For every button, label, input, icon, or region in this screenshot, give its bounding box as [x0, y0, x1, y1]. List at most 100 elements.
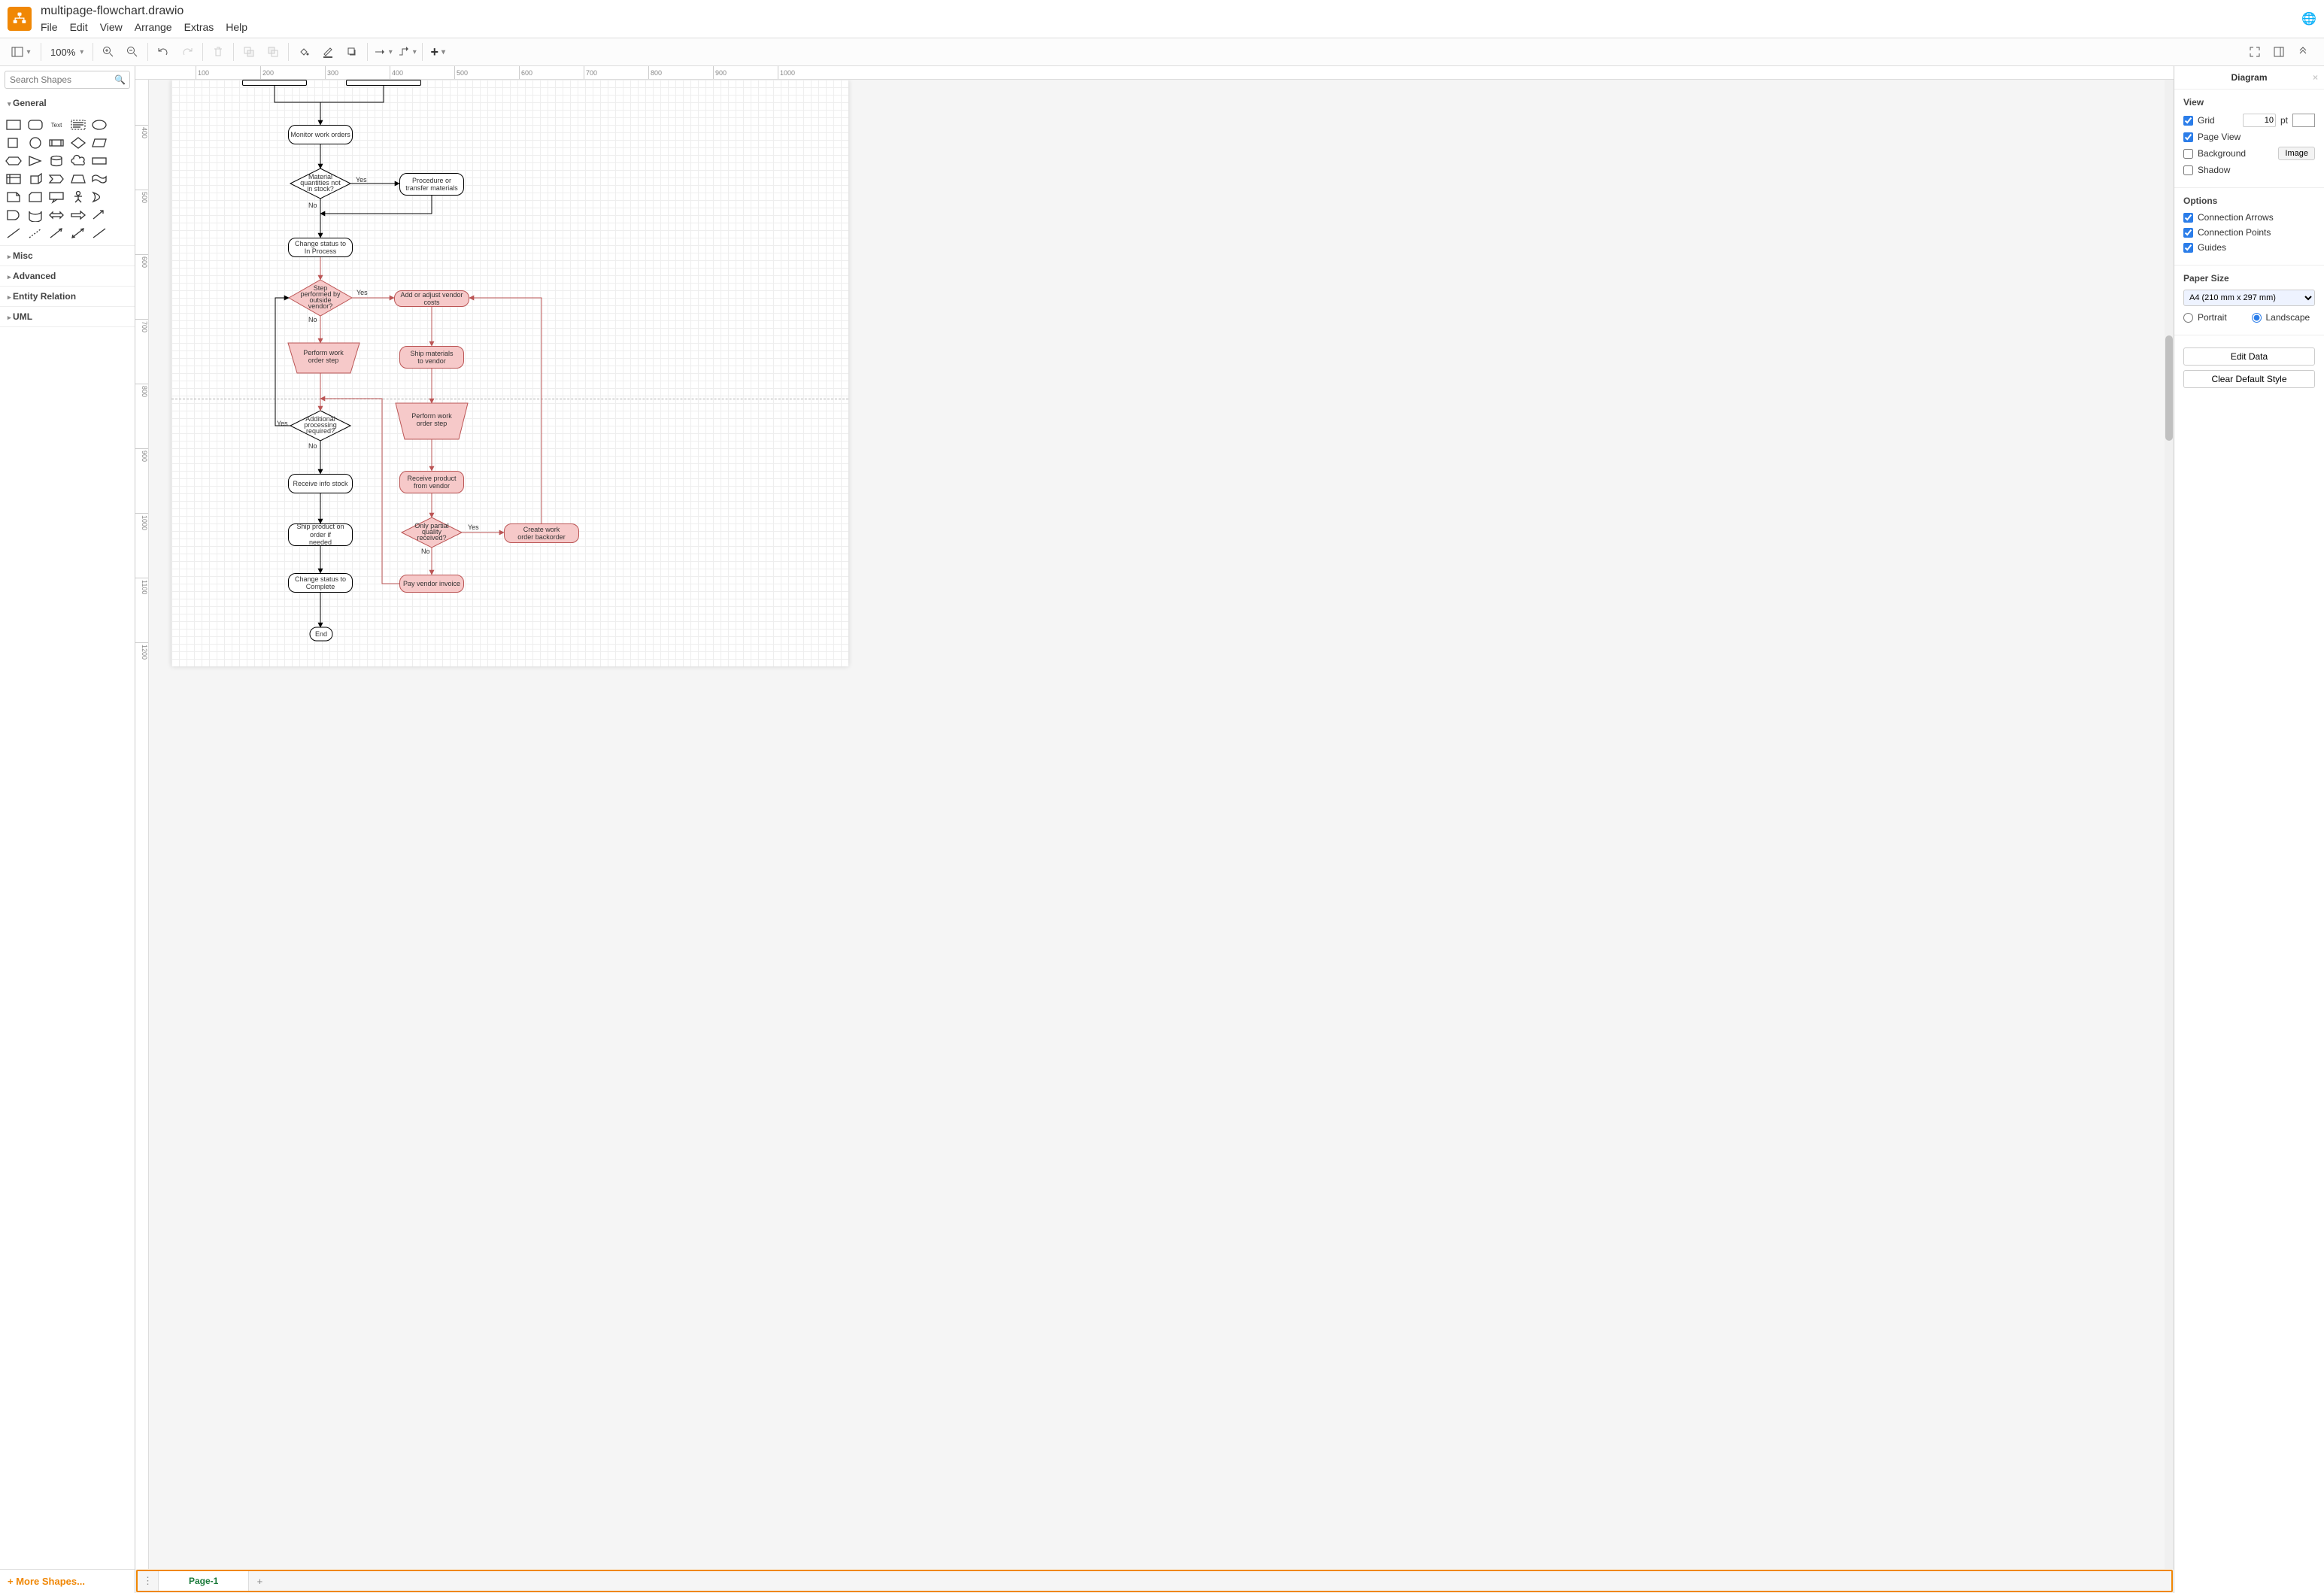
menu-help[interactable]: Help: [226, 21, 247, 33]
redo-button[interactable]: [177, 41, 198, 62]
shape-trapezoid[interactable]: [69, 171, 87, 187]
menu-file[interactable]: File: [41, 21, 58, 33]
waypoint-style-button[interactable]: [396, 41, 417, 62]
shape-blank4[interactable]: [112, 171, 130, 187]
shape-link-arrow[interactable]: [90, 208, 108, 223]
shape-circle[interactable]: [26, 135, 44, 150]
shape-blank[interactable]: [112, 117, 130, 132]
shape-square[interactable]: [5, 135, 23, 150]
shape-blank2[interactable]: [112, 135, 130, 150]
grid-color-swatch[interactable]: [2292, 114, 2315, 127]
shape-and[interactable]: [5, 208, 23, 223]
page-tab-1[interactable]: Page-1: [159, 1571, 249, 1591]
zoom-out-button[interactable]: [122, 41, 143, 62]
menu-arrange[interactable]: Arrange: [135, 21, 172, 33]
zoom-dropdown[interactable]: 100%: [46, 47, 88, 58]
shape-internal[interactable]: [5, 171, 23, 187]
palette-er[interactable]: Entity Relation: [0, 287, 135, 306]
grid-size-input[interactable]: [2243, 114, 2276, 127]
shape-cloud[interactable]: [69, 153, 87, 168]
node-create-backorder[interactable]: Create work order backorder: [504, 523, 579, 543]
shape-callout[interactable]: [47, 190, 65, 205]
node-monitor[interactable]: Monitor work orders: [288, 125, 353, 144]
insert-button[interactable]: +: [427, 41, 448, 62]
landscape-radio[interactable]: [2252, 313, 2262, 323]
shape-arrow-bi[interactable]: [47, 208, 65, 223]
line-color-button[interactable]: [317, 41, 338, 62]
portrait-radio[interactable]: [2183, 313, 2193, 323]
palette-misc[interactable]: Misc: [0, 246, 135, 266]
grid-checkbox[interactable]: [2183, 116, 2193, 126]
menu-view[interactable]: View: [100, 21, 123, 33]
shape-diamond[interactable]: [69, 135, 87, 150]
collapse-button[interactable]: [2292, 41, 2313, 62]
shape-triangle[interactable]: [26, 153, 44, 168]
undo-button[interactable]: [153, 41, 174, 62]
shape-line-solid[interactable]: [5, 226, 23, 241]
node-partial-1[interactable]: [242, 80, 307, 86]
node-change-inprocess[interactable]: Change status to In Process: [288, 238, 353, 257]
shape-card[interactable]: [26, 190, 44, 205]
fullscreen-button[interactable]: [2244, 41, 2265, 62]
shape-cylinder[interactable]: [47, 153, 65, 168]
node-receive-product[interactable]: Receive product from vendor: [399, 471, 464, 493]
canvas-scrollbar[interactable]: [2165, 80, 2174, 1569]
shape-textbox[interactable]: [69, 117, 87, 132]
shape-datastore[interactable]: [26, 208, 44, 223]
shape-cube[interactable]: [26, 171, 44, 187]
palette-advanced[interactable]: Advanced: [0, 266, 135, 286]
shape-tape[interactable]: [90, 171, 108, 187]
language-icon[interactable]: 🌐: [2301, 11, 2316, 26]
palette-general[interactable]: General: [0, 93, 135, 113]
search-shapes-input[interactable]: [5, 71, 130, 89]
search-icon[interactable]: 🔍: [114, 74, 126, 85]
shadow-checkbox[interactable]: [2183, 165, 2193, 175]
shape-or[interactable]: [90, 190, 108, 205]
shape-line-plain[interactable]: [90, 226, 108, 241]
node-pay-invoice[interactable]: Pay vendor invoice: [399, 575, 464, 593]
more-shapes-button[interactable]: More Shapes...: [0, 1569, 135, 1593]
shape-step[interactable]: [47, 171, 65, 187]
shape-blank6[interactable]: [112, 208, 130, 223]
conn-points-checkbox[interactable]: [2183, 228, 2193, 238]
panel-close-icon[interactable]: ×: [2313, 72, 2318, 83]
node-ship-materials[interactable]: Ship materials to vendor: [399, 346, 464, 369]
pageview-checkbox[interactable]: [2183, 132, 2193, 142]
shape-blank5[interactable]: [112, 190, 130, 205]
shape-line-dashed[interactable]: [26, 226, 44, 241]
node-partial-2[interactable]: [346, 80, 421, 86]
menu-extras[interactable]: Extras: [184, 21, 214, 33]
edit-data-button[interactable]: Edit Data: [2183, 347, 2315, 366]
background-checkbox[interactable]: [2183, 149, 2193, 159]
connection-style-button[interactable]: [372, 41, 393, 62]
guides-checkbox[interactable]: [2183, 243, 2193, 253]
document-title[interactable]: multipage-flowchart.drawio: [41, 5, 247, 18]
node-procedure[interactable]: Procedure or transfer materials: [399, 173, 464, 196]
delete-button[interactable]: [208, 41, 229, 62]
shape-process[interactable]: [47, 135, 65, 150]
shape-parallelogram[interactable]: [90, 135, 108, 150]
shape-ellipse[interactable]: [90, 117, 108, 132]
canvas-viewport[interactable]: Monitor work orders Procedure or transfe…: [149, 80, 2174, 1569]
shape-text[interactable]: Text: [47, 117, 65, 132]
node-ship-product[interactable]: Ship product on order if needed: [288, 523, 353, 546]
zoom-in-button[interactable]: [98, 41, 119, 62]
format-panel-button[interactable]: [2268, 41, 2289, 62]
view-options-button[interactable]: [11, 41, 32, 62]
fill-color-button[interactable]: [293, 41, 314, 62]
shape-note[interactable]: [5, 190, 23, 205]
conn-arrows-checkbox[interactable]: [2183, 213, 2193, 223]
node-add-vendor-costs[interactable]: Add or adjust vendor costs: [394, 290, 469, 307]
shadow-button[interactable]: [341, 41, 363, 62]
page-tab-add[interactable]: +: [249, 1571, 270, 1591]
node-receive-info[interactable]: Receive info stock: [288, 474, 353, 493]
shape-rect[interactable]: [5, 117, 23, 132]
shape-line-arrow1[interactable]: [47, 226, 65, 241]
shape-blank3[interactable]: [112, 153, 130, 168]
page-tabs-menu[interactable]: ⋮: [138, 1571, 159, 1591]
menu-edit[interactable]: Edit: [70, 21, 88, 33]
to-front-button[interactable]: [238, 41, 259, 62]
to-back-button[interactable]: [262, 41, 284, 62]
shape-line-arrow2[interactable]: [69, 226, 87, 241]
shape-actor[interactable]: [69, 190, 87, 205]
